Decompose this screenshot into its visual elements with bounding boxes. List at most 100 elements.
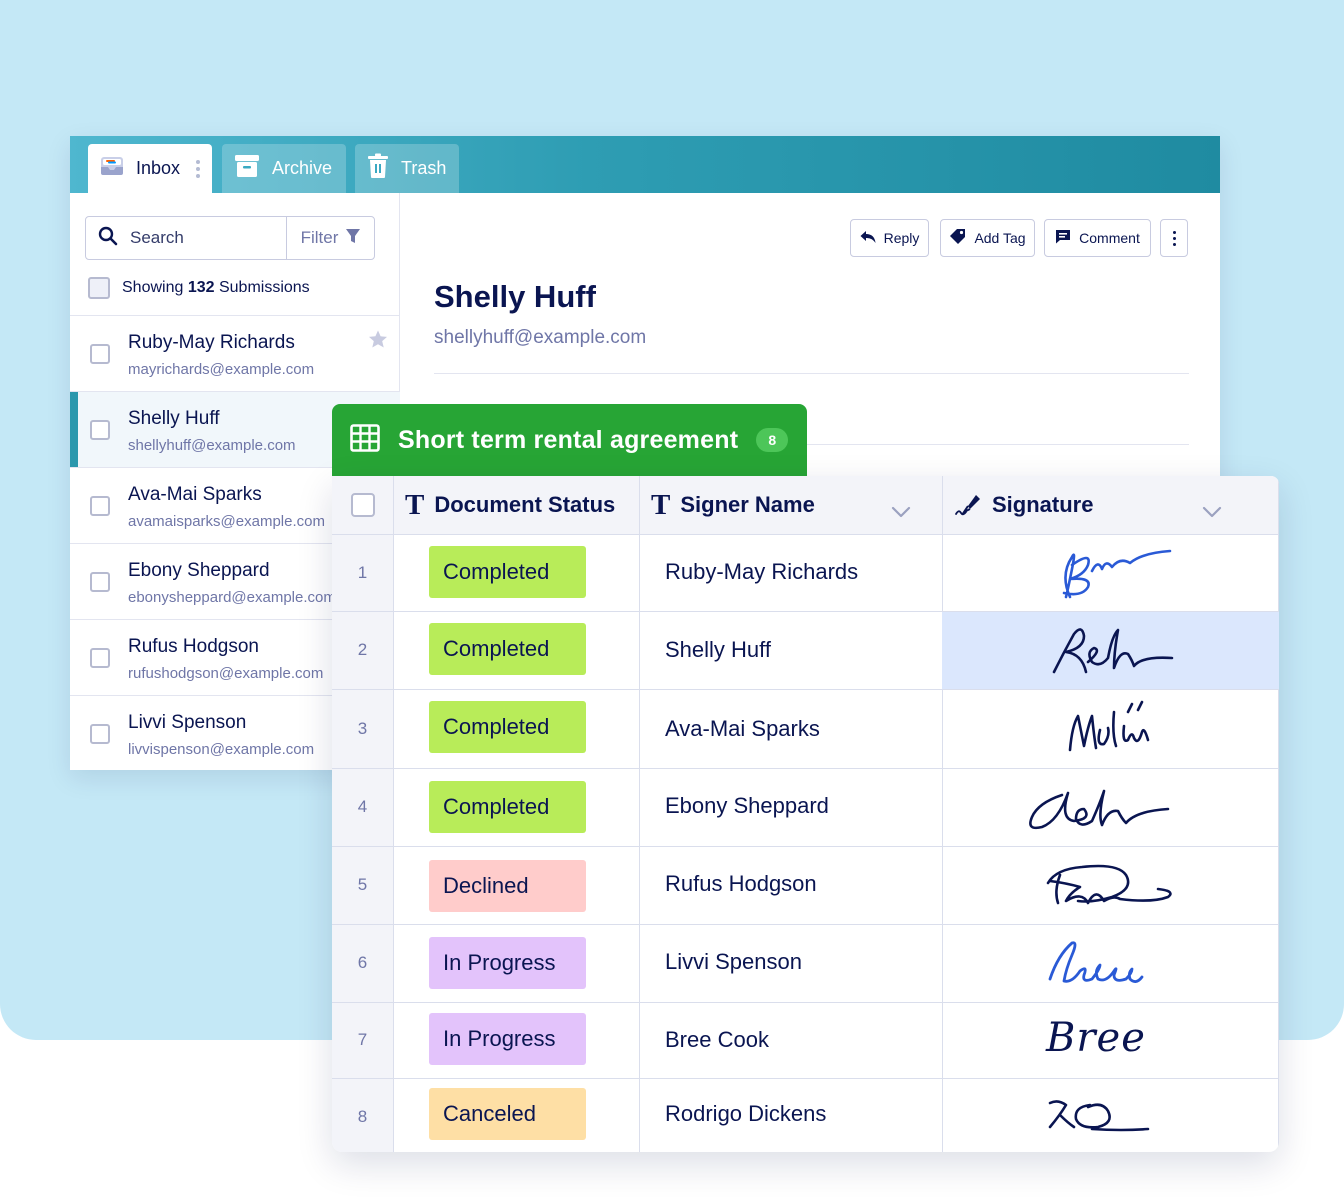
status-badge-canceled: Canceled — [429, 1088, 586, 1140]
star-icon[interactable] — [368, 330, 388, 354]
submitter-name: Shelly Huff — [434, 279, 596, 314]
signature-image — [1048, 941, 1144, 983]
showing-text: Showing 132 Submissions — [122, 279, 310, 297]
signature-image — [1062, 549, 1172, 599]
table-title: Short term rental agreement — [398, 425, 739, 454]
filter-label: Filter — [300, 228, 339, 247]
chevron-down-icon[interactable] — [891, 498, 911, 524]
list-item-email: livvispenson@example.com — [128, 741, 315, 758]
row-number: 1 — [357, 563, 368, 582]
column-header-status-label: Document Status — [434, 492, 616, 517]
list-item-name: Ebony Sheppard — [128, 560, 270, 581]
list-item-checkbox[interactable] — [90, 572, 110, 592]
status-badge-completed: Completed — [429, 781, 586, 833]
column-header-signer-label: Signer Name — [680, 492, 815, 517]
tab-bar: Inbox Archive Trash — [70, 136, 1220, 193]
more-options-button[interactable] — [1160, 219, 1188, 257]
tab-archive[interactable]: Archive — [222, 144, 346, 193]
table-grid-icon — [350, 423, 380, 457]
showing-prefix: Showing — [122, 279, 188, 296]
list-item-checkbox[interactable] — [90, 344, 110, 364]
search-box: Filter — [85, 216, 375, 260]
table-header-tab[interactable]: Short term rental agreement 8 — [332, 404, 807, 476]
signer-name: Ava-Mai Sparks — [665, 716, 820, 741]
table-row[interactable]: 6 In Progress Livvi Spenson — [332, 925, 1279, 1002]
tab-archive-label: Archive — [272, 158, 333, 178]
table-row[interactable]: 1 Completed Ruby-May Richards — [332, 535, 1279, 611]
column-header-signature[interactable]: Signature — [954, 476, 1222, 534]
signature-pen-icon — [954, 492, 982, 518]
list-item-checkbox[interactable] — [90, 724, 110, 744]
comment-label: Comment — [1079, 230, 1140, 246]
tab-options-icon[interactable] — [196, 159, 200, 178]
showing-suffix: Submissions — [214, 279, 310, 296]
table-row[interactable]: 5 Declined Rufus Hodgson — [332, 847, 1279, 924]
list-item[interactable]: Ruby-May Richards mayrichards@example.co… — [70, 315, 400, 391]
status-badge-completed: Completed — [429, 701, 586, 753]
comment-button[interactable]: Comment — [1044, 219, 1151, 257]
signature-image — [1052, 628, 1174, 674]
row-number: 6 — [357, 953, 368, 972]
row-number: 5 — [357, 875, 368, 894]
list-item-name: Shelly Huff — [128, 408, 220, 429]
signer-name: Shelly Huff — [665, 637, 771, 662]
table-row[interactable]: 3 Completed Ava-Mai Sparks — [332, 690, 1279, 768]
row-number: 7 — [357, 1030, 368, 1049]
trash-icon — [367, 153, 389, 184]
signer-name: Ruby-May Richards — [665, 559, 859, 584]
select-all-checkbox[interactable] — [88, 277, 110, 299]
signature-cell[interactable]: Bree — [942, 1003, 1279, 1078]
signer-name: Ebony Sheppard — [665, 793, 829, 818]
list-item-name: Rufus Hodgson — [128, 636, 259, 657]
add-tag-button[interactable]: Add Tag — [940, 219, 1035, 257]
row-number: 3 — [357, 719, 368, 738]
signature-cell[interactable] — [942, 690, 1279, 768]
signature-handwritten-text: Bree — [1046, 1015, 1146, 1061]
list-item-name: Livvi Spenson — [128, 712, 247, 733]
signer-name: Rodrigo Dickens — [665, 1101, 827, 1126]
signer-name: Bree Cook — [665, 1027, 769, 1052]
filter-icon — [346, 228, 361, 249]
showing-number: 132 — [187, 279, 215, 296]
tag-icon — [949, 228, 966, 248]
tab-trash[interactable]: Trash — [355, 144, 459, 193]
list-item-email: mayrichards@example.com — [128, 361, 315, 378]
signature-cell-selected[interactable] — [942, 612, 1279, 689]
table-row[interactable]: 7 In Progress Bree Cook Bree — [332, 1003, 1279, 1078]
signature-image — [1068, 700, 1150, 752]
table-row[interactable]: 4 Completed Ebony Sheppard — [332, 769, 1279, 846]
list-item-checkbox[interactable] — [90, 648, 110, 668]
tab-inbox[interactable]: Inbox — [88, 144, 212, 193]
signature-cell[interactable] — [942, 535, 1279, 611]
column-header-status[interactable]: T Document Status — [405, 476, 615, 534]
row-number: 8 — [357, 1107, 368, 1126]
status-badge-completed: Completed — [429, 623, 586, 675]
signature-cell[interactable] — [942, 769, 1279, 846]
comment-icon — [1055, 229, 1071, 247]
list-item-checkbox[interactable] — [90, 496, 110, 516]
signer-name: Rufus Hodgson — [665, 871, 817, 896]
filter-button[interactable]: Filter — [286, 217, 374, 259]
status-badge-in-progress: In Progress — [429, 1013, 586, 1065]
reply-button[interactable]: Reply — [850, 219, 929, 257]
search-input[interactable] — [128, 227, 272, 249]
inbox-icon — [100, 155, 124, 182]
signer-name: Livvi Spenson — [665, 949, 802, 974]
text-type-icon: T — [651, 488, 671, 521]
chevron-down-icon[interactable] — [1202, 498, 1222, 524]
signature-cell[interactable] — [942, 1079, 1279, 1152]
select-all-rows-checkbox[interactable] — [351, 493, 375, 517]
signature-cell[interactable] — [942, 847, 1279, 924]
table-row[interactable]: 2 Completed Shelly Huff — [332, 612, 1279, 689]
text-type-icon: T — [405, 488, 425, 521]
row-number: 4 — [357, 797, 368, 816]
submissions-table: T Document Status T Signer Name Signatur… — [332, 476, 1279, 1152]
list-item-email: ebonysheppard@example.com — [128, 589, 336, 606]
list-item-checkbox[interactable] — [90, 420, 110, 440]
column-header-signer[interactable]: T Signer Name — [651, 476, 911, 534]
submitter-email: shellyhuff@example.com — [434, 327, 647, 348]
search-icon — [98, 226, 118, 251]
table-row[interactable]: 8 Canceled Rodrigo Dickens — [332, 1079, 1279, 1152]
list-item-email: avamaisparks@example.com — [128, 513, 325, 530]
signature-cell[interactable] — [942, 925, 1279, 1002]
